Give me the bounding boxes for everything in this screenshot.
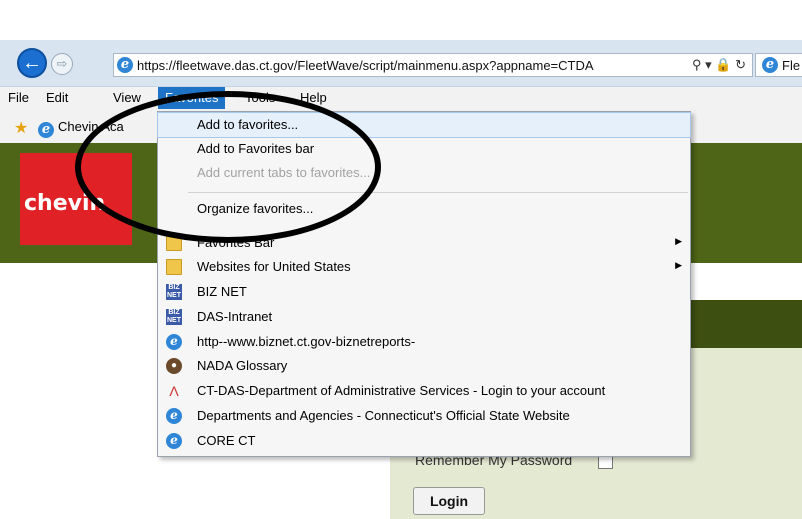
- menu-item-label: DAS-Intranet: [197, 309, 273, 324]
- menu-item-label: NADA Glossary: [197, 358, 288, 373]
- annotation-circle: [75, 91, 381, 243]
- lock-icon: 🔒: [715, 57, 732, 72]
- login-button[interactable]: Login: [413, 487, 485, 515]
- address-bar-icons[interactable]: ⚲ ▾ 🔒 ↻: [692, 57, 746, 73]
- menu-edit[interactable]: Edit: [39, 87, 75, 109]
- menu-item-nada-glossary[interactable]: ● NADA Glossary: [158, 354, 690, 378]
- url-text[interactable]: https://fleetwave.das.ct.gov/FleetWave/s…: [137, 58, 594, 73]
- refresh-icon[interactable]: ↻: [735, 57, 746, 72]
- ctdas-icon: Λ: [169, 383, 179, 399]
- ie-icon: e: [38, 122, 54, 138]
- ie-icon: e: [166, 433, 182, 449]
- ie-page-icon: e: [117, 57, 133, 73]
- browser-tab[interactable]: e Fle: [755, 53, 802, 77]
- add-favorite-star-icon[interactable]: ★: [14, 118, 28, 138]
- menu-item-label: Departments and Agencies - Connecticut's…: [197, 408, 570, 423]
- menu-item-label: http--www.biznet.ct.gov-biznetreports-: [197, 334, 416, 349]
- nada-icon: ●: [166, 358, 182, 374]
- menu-item-biznet-reports[interactable]: e http--www.biznet.ct.gov-biznetreports-: [158, 330, 690, 354]
- submenu-arrow-icon: ▶: [675, 236, 682, 246]
- menu-bar: File Edit View Favorites Tools Help: [0, 87, 802, 111]
- ie-icon: e: [166, 334, 182, 350]
- top-margin: [0, 0, 802, 40]
- biznet-icon: BIZ NET: [166, 284, 182, 300]
- menu-file[interactable]: File: [1, 87, 36, 109]
- menu-item-label: BIZ NET: [197, 284, 247, 299]
- tab-title: Fle: [782, 58, 801, 73]
- address-toolbar: ← ⇨ e https://fleetwave.das.ct.gov/Fleet…: [0, 40, 802, 87]
- biznet-icon: BIZ NET: [166, 309, 182, 325]
- address-bar[interactable]: e https://fleetwave.das.ct.gov/FleetWave…: [113, 53, 753, 77]
- menu-item-ct-das-login[interactable]: Λ CT-DAS-Department of Administrative Se…: [158, 379, 690, 403]
- folder-icon: [166, 259, 182, 275]
- menu-item-websites-folder[interactable]: Websites for United States ▶: [158, 255, 690, 279]
- menu-item-label: Websites for United States: [197, 259, 351, 274]
- tab-ie-icon: e: [762, 57, 778, 73]
- back-button[interactable]: ←: [17, 48, 47, 78]
- menu-item-core-ct[interactable]: e CORE CT: [158, 429, 690, 453]
- menu-item-departments-agencies[interactable]: e Departments and Agencies - Connecticut…: [158, 404, 690, 428]
- dropdown-arrow-icon[interactable]: ▾: [705, 57, 712, 72]
- forward-button[interactable]: ⇨: [51, 53, 73, 75]
- submenu-arrow-icon: ▶: [675, 260, 682, 270]
- ie-icon: e: [166, 408, 182, 424]
- menu-item-biz-net[interactable]: BIZ NET BIZ NET: [158, 280, 690, 304]
- search-icon[interactable]: ⚲: [692, 57, 702, 72]
- menu-item-label: CT-DAS-Department of Administrative Serv…: [197, 383, 606, 398]
- menu-item-das-intranet[interactable]: BIZ NET DAS-Intranet: [158, 305, 690, 329]
- menu-item-label: CORE CT: [197, 433, 256, 448]
